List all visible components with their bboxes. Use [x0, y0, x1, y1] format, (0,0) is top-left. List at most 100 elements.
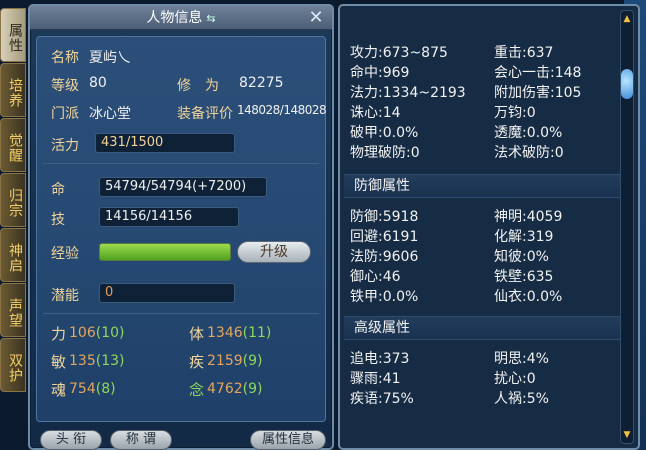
- tab-return-sect[interactable]: 归宗: [0, 173, 26, 227]
- scrollbar-thumb[interactable]: [621, 69, 633, 99]
- stat-right: 附加伤害:105: [494, 85, 582, 101]
- speed-value: 2159(9): [207, 353, 262, 369]
- hp-field: 54794/54794(+7200): [99, 177, 267, 197]
- soul-bonus: (8): [95, 381, 116, 397]
- potential-field: 0: [99, 283, 235, 303]
- exp-bar: [99, 243, 231, 261]
- stat-right: 重击:637: [494, 45, 554, 61]
- skill-label: 技: [51, 212, 65, 228]
- constitution-bonus: (11): [242, 325, 272, 341]
- soul-base: 754: [69, 381, 96, 397]
- tab-dual-guard[interactable]: 双护: [0, 338, 26, 392]
- exp-label: 经验: [51, 246, 79, 262]
- stat-left: 铁甲:0.0%: [350, 289, 419, 305]
- agility-value: 135(13): [69, 353, 124, 369]
- level-label: 等级: [51, 78, 79, 94]
- stat-left: 回避:6191: [350, 229, 419, 245]
- constitution-base: 1346: [207, 325, 243, 341]
- stat-right: 明思:4%: [494, 351, 549, 367]
- skill-field: 14156/14156: [99, 207, 239, 227]
- stat-left: 御心:46: [350, 269, 401, 285]
- nickname-button[interactable]: 称 谓: [110, 430, 172, 450]
- soul-label: 魂: [51, 381, 67, 399]
- character-name: 夏屿乀: [89, 50, 131, 66]
- stat-right: 会心一击:148: [494, 65, 582, 81]
- stat-left: 法力:1334~2193: [350, 85, 466, 101]
- vitality-field: 431/1500: [95, 133, 235, 153]
- character-details: 名称 夏屿乀 等级 80 修 为 82275 门派 冰心堂 装备评价 14802…: [36, 36, 327, 422]
- stat-right: 扰心:0: [494, 371, 536, 387]
- speed-base: 2159: [207, 353, 243, 369]
- advanced-section-header: 高级属性: [344, 316, 622, 340]
- stat-right: 透魔:0.0%: [494, 125, 563, 141]
- agility-base: 135: [69, 353, 96, 369]
- constitution-label: 体: [189, 325, 205, 343]
- tab-attributes[interactable]: 属性: [0, 8, 26, 62]
- stat-left: 防御:5918: [350, 209, 419, 225]
- hp-label: 命: [51, 182, 65, 198]
- stat-left: 诛心:14: [350, 105, 401, 121]
- speed-label: 疾: [189, 353, 205, 371]
- stat-right: 仙衣:0.0%: [494, 289, 563, 305]
- strength-label: 力: [51, 325, 67, 343]
- title-button[interactable]: 头 衔: [40, 430, 102, 450]
- side-tabs: 属性 培养 觉醒 归宗 神启 声望 双护: [0, 8, 28, 393]
- vitality-label: 活力: [51, 138, 79, 154]
- defense-section-header: 防御属性: [344, 174, 622, 198]
- stats-list: 防御属性 高级属性 攻力:673~875 重击:637 命中:969 会心一击:148…: [344, 10, 622, 444]
- scrollbar[interactable]: ▲ ▼: [620, 10, 634, 444]
- scroll-up-icon[interactable]: ▲: [622, 13, 632, 25]
- tab-awakening[interactable]: 觉醒: [0, 118, 26, 172]
- character-info-panel: 人物信息 ⇆ ✕ 名称 夏屿乀 等级 80 修 为 82275 门派 冰心堂 装备…: [28, 4, 334, 450]
- stat-left: 破甲:0.0%: [350, 125, 419, 141]
- attribute-stats-panel: 防御属性 高级属性 攻力:673~875 重击:637 命中:969 会心一击:148…: [338, 4, 640, 450]
- stat-left: 物理破防:0: [350, 145, 420, 161]
- mind-label: 念: [189, 381, 205, 399]
- cultivation-value: 82275: [239, 75, 284, 91]
- stat-right: 法术破防:0: [494, 145, 564, 161]
- sect-value: 冰心堂: [89, 106, 131, 122]
- mind-bonus: (9): [242, 381, 263, 397]
- stat-left: 骤雨:41: [350, 371, 401, 387]
- gear-score-label: 装备评价: [177, 106, 233, 122]
- stat-left: 法防:9606: [350, 249, 419, 265]
- mind-value: 4762(9): [207, 381, 262, 397]
- agility-label: 敏: [51, 353, 67, 371]
- stat-right: 神明:4059: [494, 209, 563, 225]
- refresh-icon[interactable]: ⇆: [206, 12, 215, 25]
- stat-right: 铁壁:635: [494, 269, 554, 285]
- tab-reputation[interactable]: 声望: [0, 283, 26, 337]
- stat-left: 命中:969: [350, 65, 410, 81]
- potential-label: 潜能: [51, 288, 79, 304]
- panel-title-bar: 人物信息 ⇆: [30, 6, 332, 30]
- strength-base: 106: [69, 325, 96, 341]
- gear-score-value: 148028/148028: [237, 103, 327, 117]
- mind-base: 4762: [207, 381, 243, 397]
- tab-divine[interactable]: 神启: [0, 228, 26, 282]
- strength-value: 106(10): [69, 325, 124, 341]
- constitution-value: 1346(11): [207, 325, 271, 341]
- close-icon[interactable]: ✕: [306, 8, 326, 28]
- speed-bonus: (9): [242, 353, 263, 369]
- cultivation-label: 修 为: [177, 78, 219, 94]
- sect-label: 门派: [51, 106, 79, 122]
- stat-left: 攻力:673~875: [350, 45, 448, 61]
- agility-bonus: (13): [95, 353, 125, 369]
- stat-right: 知彼:0%: [494, 249, 549, 265]
- stat-right: 人祸:5%: [494, 391, 549, 407]
- level-value: 80: [89, 75, 107, 91]
- tab-training[interactable]: 培养: [0, 63, 26, 117]
- stat-right: 万钧:0: [494, 105, 536, 121]
- name-label: 名称: [51, 50, 79, 66]
- attribute-info-button[interactable]: 属性信息: [250, 430, 326, 450]
- strength-bonus: (10): [95, 325, 125, 341]
- divider: [43, 313, 319, 314]
- scroll-down-icon[interactable]: ▼: [622, 429, 632, 441]
- stat-left: 追电:373: [350, 351, 410, 367]
- upgrade-button[interactable]: 升级: [237, 241, 311, 263]
- panel-title: 人物信息: [146, 10, 203, 26]
- stat-right: 化解:319: [494, 229, 554, 245]
- divider: [43, 163, 319, 164]
- stat-left: 疾语:75%: [350, 391, 414, 407]
- exp-bar-fill: [100, 244, 230, 260]
